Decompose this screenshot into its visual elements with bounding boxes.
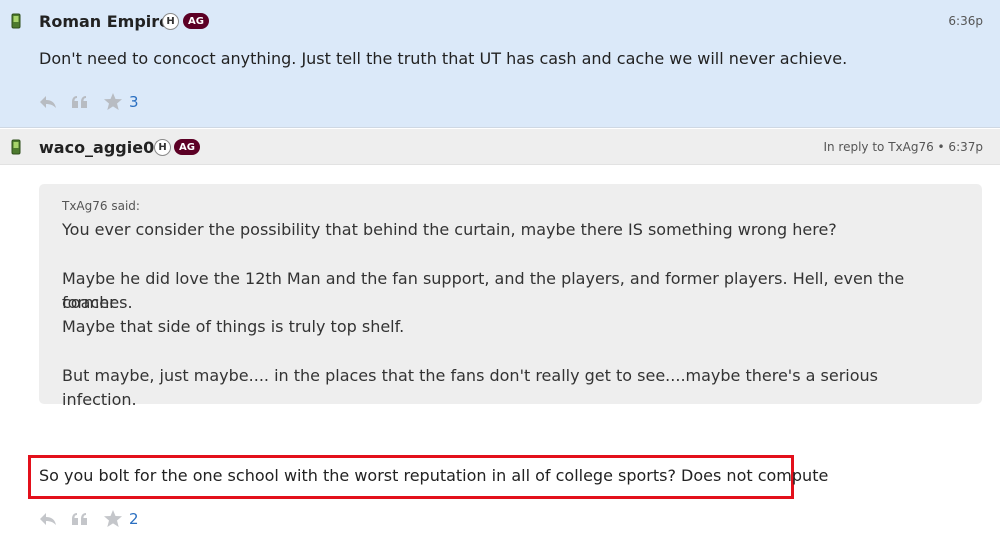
post-time: 6:36p bbox=[948, 14, 983, 28]
post-body: Don't need to concoct anything. Just tel… bbox=[39, 49, 848, 68]
reply-info[interactable]: In reply to TxAg76 • 6:37p bbox=[823, 140, 983, 154]
quote-author: TxAg76 said: bbox=[62, 199, 140, 213]
post-actions: 3 bbox=[39, 92, 139, 111]
post-username[interactable]: waco_aggie05 bbox=[39, 138, 165, 157]
quote-line: But maybe, just maybe.... in the places … bbox=[62, 366, 878, 409]
h-badge: H bbox=[162, 13, 179, 30]
post-waco-aggie05: waco_aggie05 H AG In reply to TxAg76 • 6… bbox=[0, 129, 1000, 542]
post-actions: 2 bbox=[39, 509, 139, 528]
h-badge: H bbox=[154, 139, 171, 156]
post-header: waco_aggie05 H AG In reply to TxAg76 • 6… bbox=[0, 129, 1000, 165]
quote-line: Maybe that side of things is truly top s… bbox=[62, 317, 405, 336]
ag-badge: AG bbox=[183, 13, 209, 29]
star-count[interactable]: 2 bbox=[129, 510, 139, 528]
quote-icon[interactable] bbox=[71, 95, 89, 109]
ag-badge: AG bbox=[174, 139, 200, 155]
star-icon[interactable] bbox=[103, 509, 123, 528]
phone-icon bbox=[11, 13, 21, 29]
quote-line: coaches. bbox=[62, 293, 133, 312]
quote-line: You ever consider the possibility that b… bbox=[62, 220, 837, 239]
reply-icon[interactable] bbox=[39, 512, 57, 526]
quote-block: TxAg76 said: You ever consider the possi… bbox=[39, 184, 982, 409]
post-roman-empire: Roman Empire H AG 6:36p Don't need to co… bbox=[0, 0, 1000, 128]
post-body: So you bolt for the one school with the … bbox=[39, 466, 829, 485]
reply-icon[interactable] bbox=[39, 95, 57, 109]
phone-icon bbox=[11, 139, 21, 155]
star-count[interactable]: 3 bbox=[129, 93, 139, 111]
post-username[interactable]: Roman Empire bbox=[39, 12, 170, 31]
star-icon[interactable] bbox=[103, 92, 123, 111]
quote-icon[interactable] bbox=[71, 512, 89, 526]
